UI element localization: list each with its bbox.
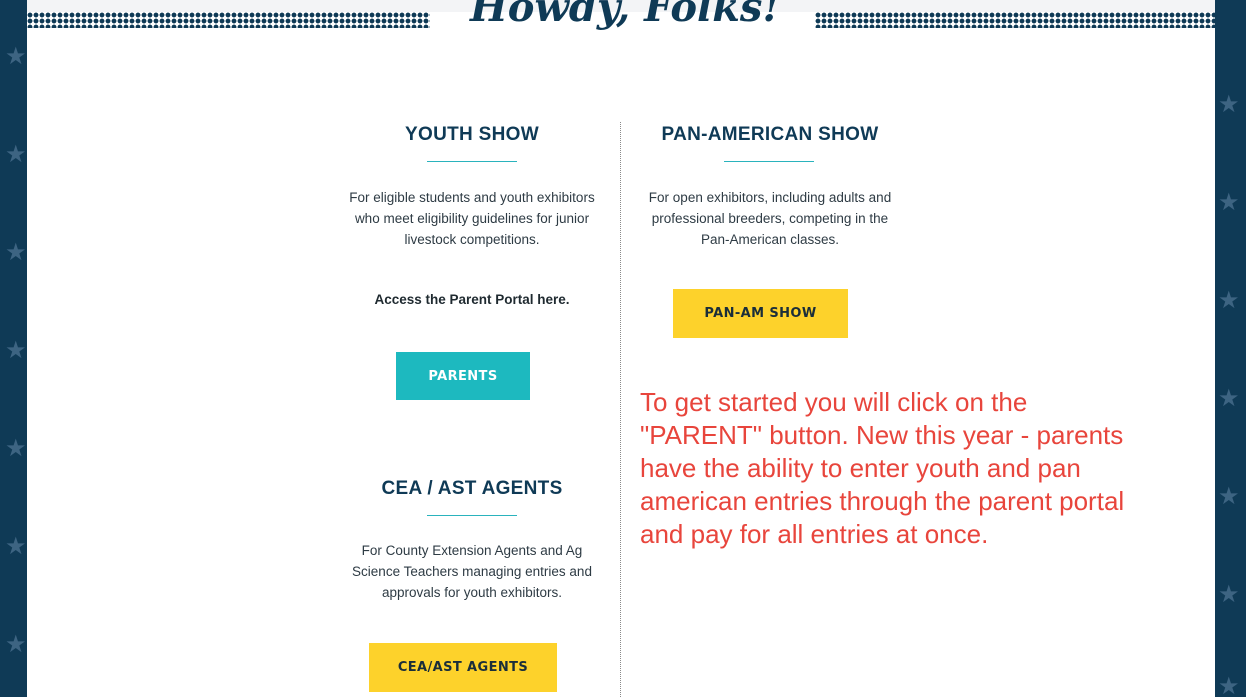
youth-show-description: For eligible students and youth exhibito… [322,187,622,250]
star-icon: ★ [5,532,27,560]
star-icon: ★ [5,140,27,168]
star-icon: ★ [5,336,27,364]
desc-line: For eligible students and youth exhibito… [349,190,595,205]
star-icon: ★ [5,630,27,658]
youth-title-rule [427,161,517,162]
parent-portal-prompt: Access the Parent Portal here. [374,292,570,307]
dotted-banner-right [815,12,1215,28]
desc-line: livestock competitions. [404,232,540,247]
star-icon: ★ [1218,384,1240,412]
star-icon: ★ [5,238,27,266]
agents-title: CEA / AST AGENTS [381,478,563,499]
desc-line: For open exhibitors, including adults an… [648,190,892,205]
star-icon: ★ [1218,482,1240,510]
star-icon: ★ [1218,188,1240,216]
agents-title-rule [427,515,517,516]
youth-show-title: YOUTH SHOW [405,124,539,145]
pan-am-show-button[interactable]: PAN-AM SHOW [673,289,848,338]
desc-line: Pan-American classes. [700,232,840,247]
instruction-annotation: To get started you will click on the "PA… [640,386,1180,551]
star-icon: ★ [1218,672,1240,697]
banner-title: Howdy, Folks! [469,0,781,31]
star-icon: ★ [1218,90,1240,118]
star-icon: ★ [5,434,27,462]
panam-title-rule [724,161,814,162]
pan-american-show-title: PAN-AMERICAN SHOW [661,124,879,145]
annotation-line: american entries through the parent port… [640,486,1125,516]
annotation-line: have the ability to enter youth and pan [640,453,1081,483]
right-star-border: ★ ★ ★ ★ ★ ★ ★ [1215,0,1246,697]
annotation-line: To get started you will click on the [640,387,1028,417]
pan-american-description: For open exhibitors, including adults an… [620,187,920,250]
parents-button[interactable]: PARENTS [396,352,530,400]
desc-line: For County Extension Agents and Ag [361,543,583,558]
agents-description: For County Extension Agents and Ag Scien… [322,540,622,603]
desc-line: Science Teachers managing entries and [352,564,592,579]
star-icon: ★ [1218,580,1240,608]
cea-ast-agents-button[interactable]: CEA/AST AGENTS [369,643,557,692]
star-icon: ★ [1218,286,1240,314]
star-icon: ★ [5,42,27,70]
dotted-banner-left [27,12,430,28]
annotation-line: and pay for all entries at once. [640,519,989,549]
desc-line: professional breeders, competing in the [651,211,889,226]
left-star-border: ★ ★ ★ ★ ★ ★ ★ [0,0,27,697]
annotation-line: "PARENT" button. New this year - parents [640,420,1124,450]
desc-line: approvals for youth exhibitors. [381,585,563,600]
desc-line: who meet eligibility guidelines for juni… [354,211,590,226]
